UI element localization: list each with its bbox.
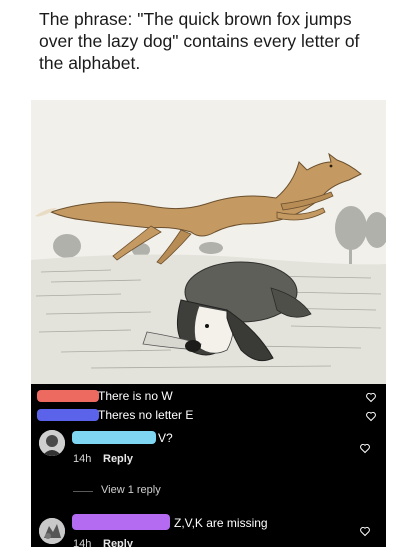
redacted-username bbox=[72, 431, 156, 444]
reply-button[interactable]: Reply bbox=[103, 453, 133, 465]
heart-icon[interactable] bbox=[365, 391, 377, 403]
reply-button[interactable]: Reply bbox=[103, 538, 133, 547]
comment-text: V? bbox=[158, 431, 173, 445]
avatar[interactable] bbox=[39, 430, 65, 456]
fox-dog-illustration bbox=[31, 100, 386, 384]
comments-section: There is no W Theres no letter E V? 14h … bbox=[31, 384, 386, 547]
redacted-username bbox=[72, 514, 170, 530]
heart-icon[interactable] bbox=[359, 525, 371, 537]
heart-icon[interactable] bbox=[359, 442, 371, 454]
comment-text: Z,V,K are missing bbox=[174, 516, 268, 530]
redacted-username bbox=[37, 409, 99, 421]
avatar-icon bbox=[39, 430, 65, 456]
comment-time: 14h bbox=[73, 453, 92, 465]
thread-line bbox=[73, 491, 93, 492]
comment-text: Theres no letter E bbox=[98, 408, 194, 422]
view-replies-link[interactable]: View 1 reply bbox=[101, 484, 161, 496]
fox-jumping-over-dog-illustration bbox=[31, 100, 386, 384]
avatar[interactable] bbox=[39, 518, 65, 544]
redacted-username bbox=[37, 390, 99, 402]
comment-text: There is no W bbox=[98, 389, 173, 403]
post-caption: The phrase: "The quick brown fox jumps o… bbox=[39, 9, 360, 73]
avatar-icon bbox=[39, 518, 65, 544]
comment-time: 14h bbox=[73, 538, 92, 547]
heart-icon[interactable] bbox=[365, 410, 377, 422]
